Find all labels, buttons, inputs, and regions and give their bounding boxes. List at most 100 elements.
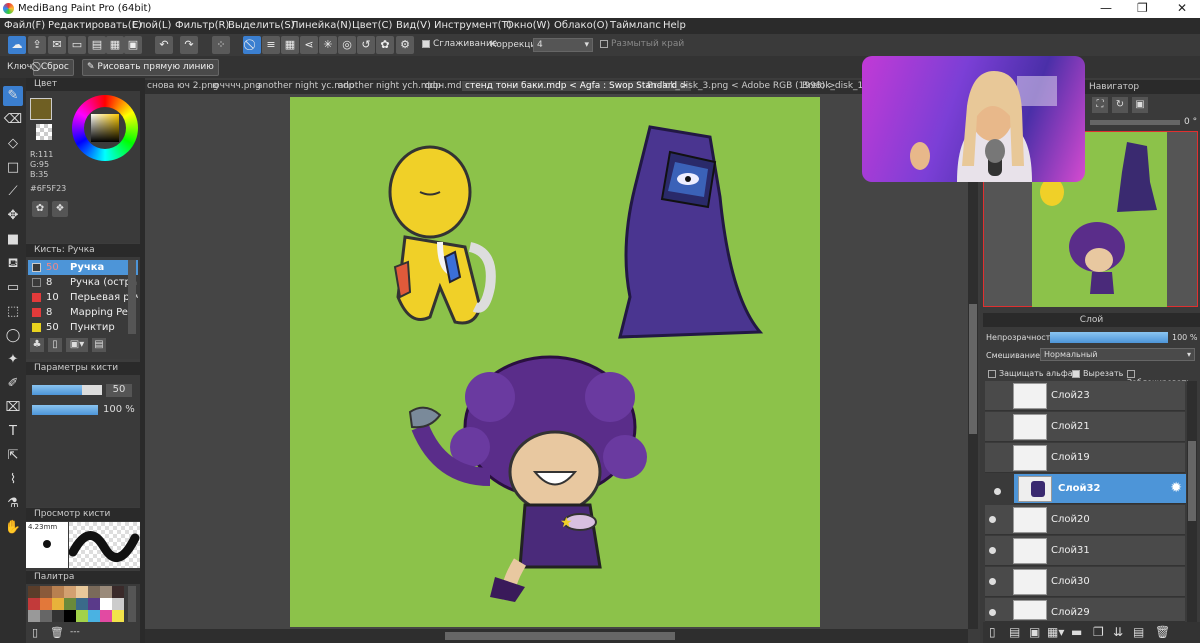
palette-swatch[interactable] [28,598,40,610]
circle-snap-icon[interactable]: ◎ [338,36,356,54]
eyedropper-tool-icon[interactable]: ⚗ [3,494,23,514]
chat-icon[interactable]: ✉ [48,36,66,54]
layer-row[interactable]: Слой31 [985,536,1185,566]
palette-swatch[interactable] [52,610,64,622]
color-set-icon[interactable]: ❖ [52,201,68,217]
lasso-tool-icon[interactable]: ◯ [3,326,23,346]
layer-gear-icon[interactable]: ✹ [1170,480,1182,496]
eye-icon[interactable] [989,578,996,585]
select-pen-icon[interactable]: ✐ [3,374,23,394]
tab-doc-2[interactable]: ючччч.png [212,81,261,91]
brush-tool-icon[interactable]: ✎ [3,86,23,106]
new-page-icon[interactable]: ▯ [32,626,38,639]
duplicate-layer-icon[interactable]: ❐ [1093,625,1104,639]
straight-line-button[interactable]: ✎ Рисовать прямую линию [82,59,219,76]
menu-help[interactable]: Help [663,20,686,31]
reset-button[interactable]: ⃠ Сброс [33,59,74,76]
merge-down-icon[interactable]: ⇊ [1113,625,1123,639]
layer-row[interactable]: Слой30 [985,567,1185,597]
menu-select[interactable]: Выделить(S) [228,20,295,31]
layer-visibility-toggle[interactable] [990,484,1012,498]
menu-cloud[interactable]: Облако(O) [554,20,608,31]
palette-swatch[interactable] [52,586,64,598]
palette-swatch[interactable] [40,610,52,622]
layer-settings-icon[interactable]: ▤ [1133,625,1144,639]
sub-color-swatch[interactable] [36,124,52,140]
palette-icon[interactable]: ✿ [32,201,48,217]
layer-row[interactable]: Слой29 [985,598,1185,622]
move-tool-icon[interactable]: ✥ [3,206,23,226]
palette-swatch[interactable] [64,610,76,622]
minimize-icon[interactable]: — [1100,1,1112,15]
brush-item-mapping-pen[interactable]: 8 Mapping Pen [28,305,138,320]
blur-tool-icon[interactable]: ⌇ [3,470,23,490]
menu-edit[interactable]: Редактировать(E) [48,20,142,31]
settings-doc-icon[interactable]: ▣ [124,36,142,54]
eye-icon[interactable] [989,516,996,523]
brush-size-slider[interactable] [32,385,102,395]
curve-snap-icon[interactable]: ↺ [357,36,375,54]
clip-checkbox[interactable]: Вырезать [1072,369,1123,378]
redo-icon[interactable]: ↷ [180,36,198,54]
flip-icon[interactable]: ▣ [1132,97,1148,113]
brush-settings-icon[interactable]: ▤ [92,338,106,352]
new-color-layer-icon[interactable]: ▤ [1009,625,1020,639]
color-wheel[interactable] [72,95,138,161]
menu-color[interactable]: Цвет(C) [352,20,392,31]
layer-row[interactable]: Слой23 [985,381,1185,411]
palette-swatch[interactable] [40,598,52,610]
palette-scrollbar[interactable] [128,586,136,622]
gradient-tool-icon[interactable]: ⟋ [3,182,23,202]
horizontal-scrollbar[interactable] [145,629,968,643]
menu-timelapse[interactable]: Таймлапс [610,20,661,31]
layer-menu-icon[interactable]: ▦▾ [1047,625,1064,639]
rotate-reset-icon[interactable]: ↻ [1112,97,1128,113]
drawing-canvas[interactable]: ★ [290,97,820,627]
rectangle-tool-icon[interactable]: □ [3,158,23,178]
layer-row-selected[interactable]: Слой32 ✹ [1014,474,1186,504]
no-snap-icon[interactable]: ⃠ [243,36,261,54]
menu-view[interactable]: Вид(V) [396,20,431,31]
brush-item-feather-pen[interactable]: 10 Перьевая руч [28,290,138,305]
layer-scrollbar[interactable] [1187,381,1197,622]
palette-swatch[interactable] [88,586,100,598]
tab-doc-5[interactable]: фон.mdp [425,81,467,91]
palette-swatch[interactable] [88,610,100,622]
palette-swatch[interactable] [100,598,112,610]
hand-tool-icon[interactable]: ✋ [3,518,23,538]
brush-item-sharp-pen[interactable]: 8 Ручка (остра [28,275,138,290]
bucket-tool-icon[interactable]: ⛾ [3,254,23,274]
menu-tool[interactable]: Инструмент(T) [434,20,512,31]
perspective-snap-icon[interactable]: ⋖ [300,36,318,54]
brush-opacity-slider[interactable] [32,405,98,415]
palette-swatch[interactable] [28,610,40,622]
eraser-tool-icon[interactable]: ⌫ [3,110,23,130]
parallel-snap-icon[interactable]: ≡ [262,36,280,54]
select-eraser-icon[interactable]: ⌧ [3,398,23,418]
palette-swatch[interactable] [40,586,52,598]
palette-swatch[interactable] [52,598,64,610]
blend-mode-select[interactable]: Нормальный ▾ [1040,348,1195,361]
document-icon[interactable]: ▤ [88,36,106,54]
palette-swatch[interactable] [100,610,112,622]
layer-opacity-slider[interactable] [1050,332,1168,343]
correction-select[interactable]: 4 ▾ [533,38,593,52]
radial-snap-icon[interactable]: ✳ [319,36,337,54]
maximize-icon[interactable]: ❐ [1137,1,1148,15]
protect-alpha-checkbox[interactable]: Защищать альфа [988,369,1073,378]
eye-icon[interactable] [989,547,996,554]
text-tool-icon[interactable]: T [3,422,23,442]
dot-eraser-icon[interactable]: ◇ [3,134,23,154]
blur-edge-checkbox[interactable]: Размытый край [600,39,684,49]
palette-swatch[interactable] [112,586,124,598]
brush-item-dotted[interactable]: 50 Пунктир [28,320,138,335]
gear-snap-icon[interactable]: ✿ [376,36,394,54]
grid-snap-icon[interactable]: ▦ [281,36,299,54]
palette-swatch[interactable] [64,586,76,598]
layer-row[interactable]: Слой21 [985,412,1185,442]
palette-swatch[interactable] [64,598,76,610]
layer-row[interactable]: Слой19 [985,443,1185,473]
palette-swatch[interactable] [100,586,112,598]
rotation-slider[interactable] [1090,120,1180,125]
cloud-icon[interactable]: ☁ [8,36,26,54]
